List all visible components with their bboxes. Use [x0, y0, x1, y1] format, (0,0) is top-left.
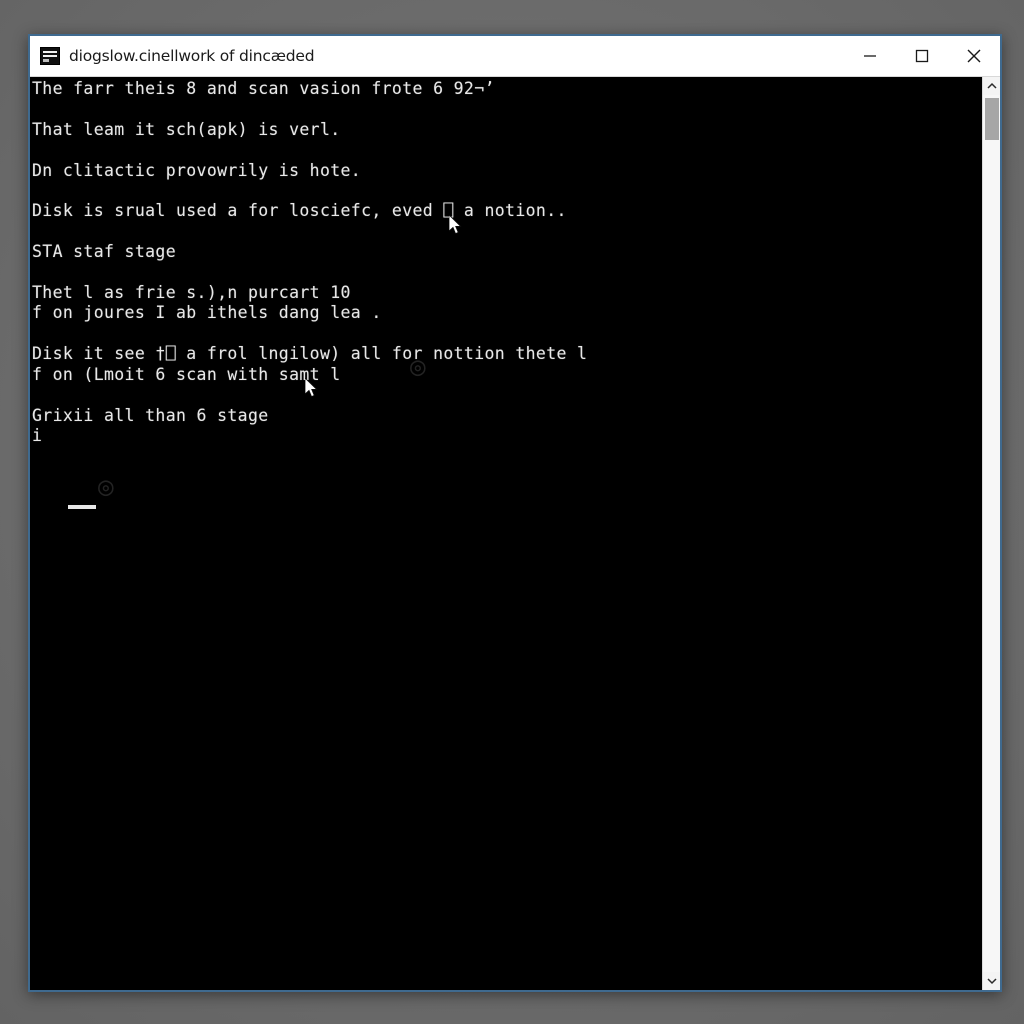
scroll-up-arrow[interactable] — [983, 77, 1000, 95]
maximize-icon — [915, 49, 929, 63]
terminal-scrollbar[interactable] — [982, 77, 1000, 990]
close-icon — [967, 49, 981, 63]
scroll-down-arrow[interactable] — [983, 972, 1000, 990]
terminal-output-area[interactable]: The farr theis 8 and scan vasion frote 6… — [30, 77, 982, 990]
terminal-output-text: The farr theis 8 and scan vasion frote 6… — [32, 79, 588, 445]
console-icon — [40, 47, 60, 65]
terminal-body: The farr theis 8 and scan vasion frote 6… — [30, 77, 1000, 990]
close-button[interactable] — [948, 36, 1000, 76]
window-titlebar[interactable]: diogslow.cinellwork of dincæded — [30, 36, 1000, 77]
ghost-mark: ◎ — [98, 472, 114, 502]
chevron-down-icon — [986, 978, 997, 985]
scrollbar-thumb[interactable] — [985, 98, 999, 140]
maximize-button[interactable] — [896, 36, 948, 76]
minimize-icon — [864, 55, 876, 57]
terminal-cursor — [68, 505, 96, 509]
window-controls — [844, 36, 1000, 76]
window-title: diogslow.cinellwork of dincæded — [69, 47, 315, 65]
desktop-background: diogslow.cinellwork of dincæded The farr… — [0, 0, 1024, 1024]
scrollbar-track[interactable] — [983, 95, 1000, 972]
terminal-window: diogslow.cinellwork of dincæded The farr… — [28, 34, 1002, 992]
minimize-button[interactable] — [844, 36, 896, 76]
chevron-up-icon — [986, 82, 997, 89]
